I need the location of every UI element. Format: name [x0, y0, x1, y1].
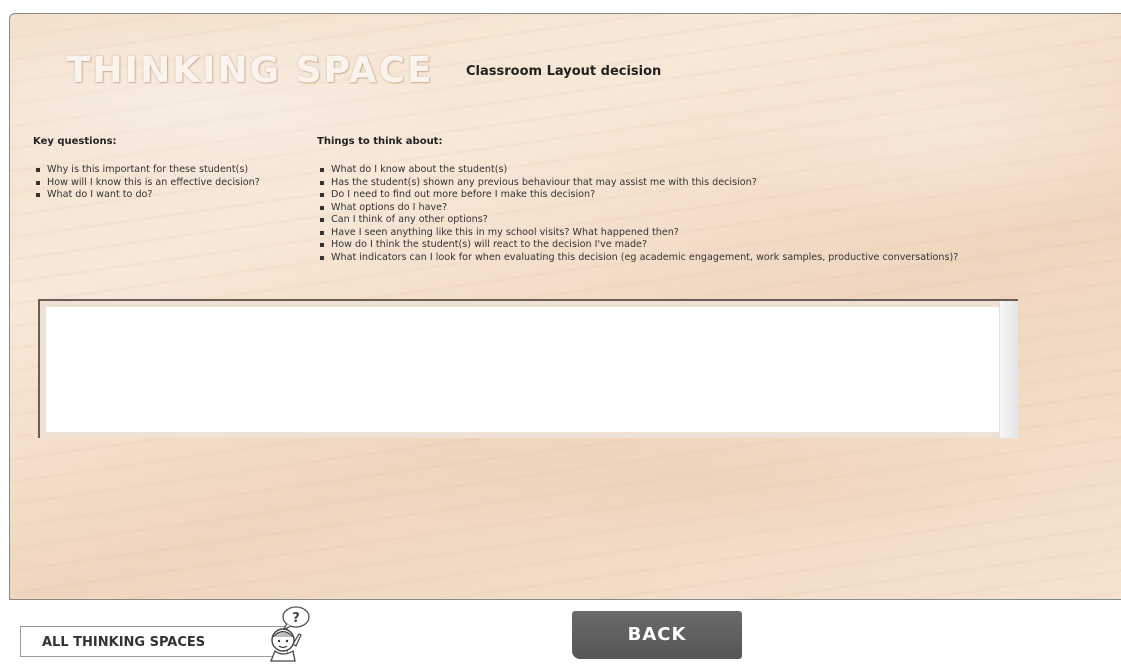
back-button[interactable]: BACK — [572, 611, 742, 659]
key-questions-heading: Key questions: — [33, 136, 117, 147]
list-item: What do I know about the student(s) — [318, 164, 958, 177]
back-button-label: BACK — [627, 624, 687, 645]
key-questions-list: Why is this important for these student(… — [34, 164, 260, 202]
list-item: What options do I have? — [318, 202, 958, 215]
list-item: Do I need to find out more before I make… — [318, 189, 958, 202]
character-question-icon[interactable]: ? — [263, 604, 317, 662]
list-item: What indicators can I look for when eval… — [318, 252, 958, 265]
list-item: Has the student(s) shown any previous be… — [318, 177, 958, 190]
all-thinking-spaces-button[interactable]: ALL THINKING SPACES — [20, 626, 288, 657]
notes-frame — [38, 299, 1018, 438]
things-to-think-list: What do I know about the student(s) Has … — [318, 164, 958, 264]
list-item: What do I want to do? — [34, 189, 260, 202]
thinking-space-board: THINKING SPACE Classroom Layout decision… — [9, 13, 1121, 600]
list-item: How do I think the student(s) will react… — [318, 239, 958, 252]
list-item: Can I think of any other options? — [318, 214, 958, 227]
page-title: THINKING SPACE — [66, 50, 434, 91]
list-item: How will I know this is an effective dec… — [34, 177, 260, 190]
things-to-think-heading: Things to think about: — [317, 136, 443, 147]
question-mark: ? — [292, 611, 300, 626]
all-thinking-spaces-label: ALL THINKING SPACES — [42, 635, 206, 650]
notes-textarea[interactable] — [46, 307, 1008, 432]
list-item: Have I seen anything like this in my sch… — [318, 227, 958, 240]
list-item: Why is this important for these student(… — [34, 164, 260, 177]
notes-scrollbar[interactable] — [999, 301, 1018, 438]
decision-subtitle: Classroom Layout decision — [466, 64, 662, 79]
